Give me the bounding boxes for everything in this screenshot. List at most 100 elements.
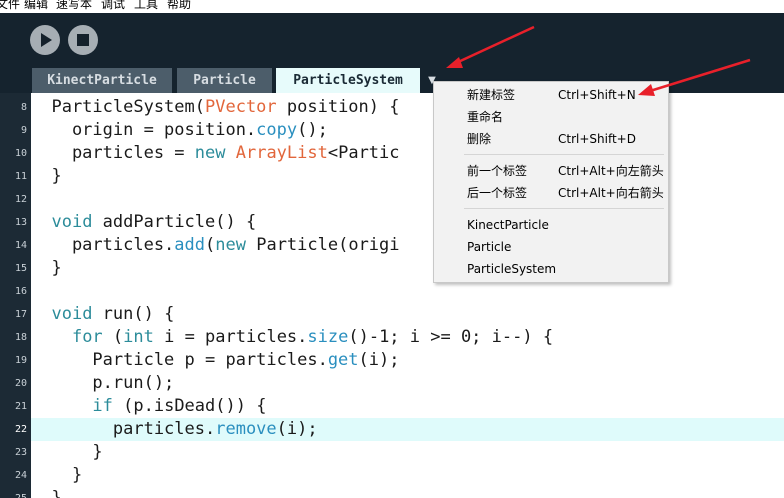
- tab-context-menu: 新建标签 Ctrl+Shift+N 重命名 删除 Ctrl+Shift+D 前一…: [433, 81, 669, 283]
- code-token: void: [51, 304, 93, 324]
- code-token: p.run();: [31, 373, 175, 393]
- code-token: PVector: [205, 97, 277, 117]
- code-line: Particle p = particles.get(i);: [31, 349, 399, 372]
- code-token: run() {: [92, 304, 175, 324]
- code-token: <Partic: [327, 143, 400, 163]
- stop-button[interactable]: [68, 25, 98, 55]
- code-token: }: [31, 166, 62, 186]
- line-number: 9: [20, 125, 27, 136]
- code-token: ArrayList: [235, 143, 328, 163]
- menu-sketch[interactable]: 速写本: [56, 0, 92, 12]
- line-number: 23: [14, 447, 27, 458]
- code-line: void addParticle() {: [31, 211, 256, 234]
- play-icon: [41, 33, 52, 47]
- menu-edit[interactable]: 编辑: [24, 0, 48, 12]
- stop-icon: [77, 34, 89, 46]
- line-number: 25: [0, 487, 27, 498]
- code-token: new: [194, 143, 226, 163]
- menu-file[interactable]: 文件: [0, 0, 20, 12]
- menu-separator: [464, 208, 664, 209]
- code-token: }: [31, 258, 62, 278]
- code-line: }: [31, 487, 62, 498]
- code-editor[interactable]: ParticleSystem(PVector position) { origi…: [31, 93, 784, 498]
- code-token: }: [31, 488, 62, 498]
- code-token: ();: [297, 120, 328, 140]
- menu-item-label: 重命名: [467, 110, 504, 124]
- line-number: 19: [14, 355, 27, 366]
- tab-particlesystem[interactable]: ParticleSystem: [276, 68, 420, 93]
- line-number: 15: [14, 263, 27, 274]
- line-number: 20: [14, 378, 27, 389]
- line-number: 8: [20, 102, 27, 113]
- code-line: particles.add(new Particle(origi: [31, 234, 400, 257]
- line-number-gutter: 8 9 10 11 12 13 14 15 16 17 18 19 20 21 …: [0, 93, 31, 498]
- code-token: for: [71, 327, 103, 347]
- line-number: 24: [14, 470, 27, 481]
- code-token: remove: [215, 419, 277, 439]
- line-number: 18: [14, 332, 27, 343]
- code-line: p.run();: [31, 372, 174, 395]
- code-token: Particle p = particles.: [31, 350, 328, 370]
- menu-item-new-tab[interactable]: 新建标签 Ctrl+Shift+N: [434, 84, 668, 106]
- menu-item-label: 后一个标签: [467, 186, 528, 200]
- code-token: (: [102, 327, 124, 347]
- line-number: 14: [14, 240, 27, 251]
- code-token: if: [92, 396, 113, 416]
- code-line: ParticleSystem(PVector position) {: [31, 96, 399, 119]
- menu-separator: [464, 154, 664, 155]
- menu-item-label: 前一个标签: [467, 164, 528, 178]
- code-line: }: [31, 257, 62, 280]
- menu-item-label: 新建标签: [467, 88, 516, 102]
- code-line: }: [31, 464, 82, 487]
- code-token: (i);: [358, 350, 400, 370]
- code-token: (p.isDead()) {: [112, 396, 267, 416]
- menu-item-previous-tab[interactable]: 前一个标签 Ctrl+Alt+向左箭头: [434, 160, 668, 182]
- menu-help[interactable]: 帮助: [167, 0, 191, 12]
- line-number-current: 22: [14, 424, 27, 435]
- line-number: 10: [14, 148, 27, 159]
- menu-item-shortcut: Ctrl+Shift+N: [558, 88, 636, 102]
- menu-item-tab-particlesystem[interactable]: ParticleSystem: [434, 258, 668, 280]
- menu-item-label: 删除: [467, 132, 492, 146]
- code-line: void run() {: [31, 303, 174, 326]
- tab-particle[interactable]: Particle: [177, 68, 272, 93]
- menu-tools[interactable]: 工具: [134, 0, 158, 12]
- code-token: (: [205, 235, 216, 255]
- menu-debug[interactable]: 调试: [101, 0, 125, 12]
- code-line: origin = position.copy();: [31, 119, 328, 142]
- code-line: particles = new ArrayList<Partic: [31, 142, 400, 165]
- code-token: addParticle() {: [92, 212, 257, 232]
- code-token: (i);: [276, 419, 318, 439]
- menu-item-next-tab[interactable]: 后一个标签 Ctrl+Alt+向右箭头: [434, 182, 668, 204]
- toolbar: [0, 13, 784, 68]
- code-token: add: [174, 235, 206, 255]
- menu-item-label: Particle: [467, 240, 512, 254]
- code-token: origin = position.: [31, 120, 257, 140]
- menu-item-rename[interactable]: 重命名: [434, 106, 668, 128]
- code-token: void: [51, 212, 93, 232]
- code-token: copy: [256, 120, 298, 140]
- code-token: new: [215, 235, 246, 255]
- code-line: }: [31, 441, 103, 464]
- run-button[interactable]: [30, 25, 60, 55]
- code-line: }: [31, 165, 62, 188]
- code-token: }: [31, 465, 83, 485]
- code-token: Particle(origi: [245, 235, 400, 255]
- code-line: for (int i = particles.size()-1; i >= 0;…: [31, 326, 553, 349]
- menu-item-tab-particle[interactable]: Particle: [434, 236, 668, 258]
- menu-item-delete[interactable]: 删除 Ctrl+Shift+D: [434, 128, 668, 150]
- line-number: 16: [14, 286, 27, 297]
- code-token: int: [123, 327, 154, 347]
- code-token: get: [327, 350, 359, 370]
- menu-item-label: KinectParticle: [467, 218, 549, 232]
- code-token: particles =: [31, 143, 195, 163]
- menu-item-tab-kinectparticle[interactable]: KinectParticle: [434, 214, 668, 236]
- menu-bar: 文件 编辑 速写本 调试 工具 帮助: [0, 0, 784, 13]
- code-token: }: [31, 442, 103, 462]
- line-number: 11: [14, 171, 27, 182]
- tab-kinectparticle[interactable]: KinectParticle: [32, 68, 172, 93]
